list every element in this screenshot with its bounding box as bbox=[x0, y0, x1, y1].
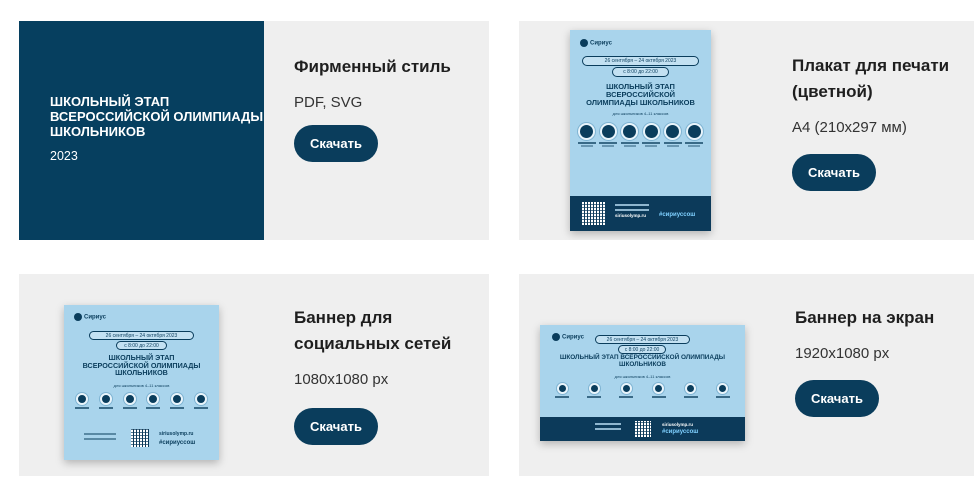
subject-icon bbox=[683, 383, 698, 405]
brand-style-preview: ШКОЛЬНЫЙ ЭТАП ВСЕРОССИЙСКОЙ ОЛИМПИАДЫ ШК… bbox=[19, 21, 264, 240]
card-info: Баннер для социальных сетей 1080х1080 px… bbox=[294, 274, 489, 476]
brand-preview-title: ШКОЛЬНЫЙ ЭТАП ВСЕРОССИЙСКОЙ ОЛИМПИАДЫ ШК… bbox=[50, 94, 264, 139]
poster-audience: для школьников 4–11 классов bbox=[612, 111, 669, 116]
card-format: 1080х1080 px bbox=[294, 371, 389, 388]
download-button[interactable]: Скачать bbox=[294, 408, 378, 445]
poster-dates: 26 сентября – 24 октября 2023 bbox=[89, 331, 194, 340]
subject-icon bbox=[98, 393, 113, 418]
subject-icon bbox=[685, 123, 704, 195]
card-info: Баннер на экран 1920х1080 px Скачать bbox=[795, 274, 974, 476]
poster-hashtag: #сириуссош bbox=[662, 429, 699, 435]
card-format: А4 (210х297 мм) bbox=[792, 119, 907, 136]
subject-icon bbox=[619, 383, 634, 405]
qr-code bbox=[582, 202, 605, 225]
subject-icon bbox=[194, 393, 209, 418]
poster-hashtag: #сириуссош bbox=[659, 212, 696, 218]
poster-audience: для школьников 4–11 классов bbox=[113, 383, 170, 388]
subject-icon bbox=[577, 123, 596, 195]
subject-icon bbox=[715, 383, 730, 405]
poster-footer: siriusolymp.ru #сириуссош bbox=[540, 417, 745, 441]
qr-code bbox=[635, 421, 651, 437]
card-title: Плакат для печати (цветной) bbox=[792, 56, 950, 101]
download-button[interactable]: Скачать bbox=[294, 125, 378, 162]
card-title: Фирменный стиль bbox=[294, 57, 451, 76]
card-format: 1920х1080 px bbox=[795, 345, 890, 362]
subject-icon bbox=[599, 123, 618, 195]
qr-code bbox=[131, 429, 149, 447]
subject-icon bbox=[122, 393, 137, 418]
poster-preview: Сириус 26 сентября – 24 октября 2023 с 8… bbox=[570, 30, 711, 231]
poster-audience: для школьников 4–11 классов bbox=[614, 374, 671, 379]
card-title: Баннер для социальных сетей bbox=[294, 308, 452, 353]
card-info: Плакат для печати (цветной) А4 (210х297 … bbox=[792, 21, 974, 240]
poster-logo: Сириус bbox=[552, 333, 584, 341]
poster-logo: Сириус bbox=[580, 39, 612, 47]
poster-time: с 8:00 до 22:00 bbox=[618, 345, 666, 354]
brand-preview-year: 2023 bbox=[50, 149, 78, 163]
poster-site: siriusolymp.ru bbox=[159, 431, 194, 437]
social-banner-preview: Сириус 26 сентября – 24 октября 2023 с 8… bbox=[64, 305, 219, 460]
poster-icon-grid bbox=[70, 393, 213, 418]
card-brand-style: ШКОЛЬНЫЙ ЭТАП ВСЕРОССИЙСКОЙ ОЛИМПИАДЫ ШК… bbox=[19, 21, 489, 240]
card-screen-banner: Сириус 26 сентября – 24 октября 2023 с 8… bbox=[519, 274, 974, 476]
subject-icon bbox=[170, 393, 185, 418]
card-info: Фирменный стиль PDF, SVG Скачать bbox=[294, 21, 489, 240]
card-poster: Сириус 26 сентября – 24 октября 2023 с 8… bbox=[519, 21, 974, 240]
card-format: PDF, SVG bbox=[294, 94, 363, 111]
poster-icon-grid bbox=[576, 123, 705, 195]
poster-footer: siriusolymp.ru #сириуссош bbox=[570, 196, 711, 231]
download-button[interactable]: Скачать bbox=[795, 380, 879, 417]
poster-time: с 8:00 до 22:00 bbox=[612, 67, 669, 77]
subject-icon bbox=[146, 393, 161, 418]
subject-icon bbox=[663, 123, 682, 195]
poster-site: siriusolymp.ru bbox=[662, 422, 694, 427]
poster-headline: ШКОЛЬНЫЙ ЭТАП ВСЕРОССИЙСКОЙ ОЛИМПИАДЫ ШК… bbox=[559, 354, 726, 368]
download-button[interactable]: Скачать bbox=[792, 154, 876, 191]
card-social-banner: Сириус 26 сентября – 24 октября 2023 с 8… bbox=[19, 274, 489, 476]
subject-icon bbox=[587, 383, 602, 405]
subject-icon bbox=[642, 123, 661, 195]
poster-logo: Сириус bbox=[74, 313, 106, 321]
subject-icon bbox=[651, 383, 666, 405]
poster-icon-grid bbox=[546, 383, 739, 405]
poster-dates: 26 сентября – 24 октября 2023 bbox=[582, 56, 699, 66]
poster-hashtag: #сириуссош bbox=[159, 440, 196, 446]
poster-headline: ШКОЛЬНЫЙ ЭТАП ВСЕРОССИЙСКОЙ ОЛИМПИАДЫ ШК… bbox=[82, 353, 201, 378]
card-title: Баннер на экран bbox=[795, 308, 935, 327]
poster-time: с 8:00 до 22:00 bbox=[116, 341, 167, 350]
subject-icon bbox=[74, 393, 89, 418]
poster-headline: ШКОЛЬНЫЙ ЭТАП ВСЕРОССИЙСКОЙ ОЛИМПИАДЫ ШК… bbox=[586, 82, 695, 107]
poster-site: siriusolymp.ru bbox=[615, 213, 647, 218]
subject-icon bbox=[620, 123, 639, 195]
poster-dates: 26 сентября – 24 октября 2023 bbox=[595, 335, 690, 344]
subject-icon bbox=[555, 383, 570, 405]
screen-banner-preview: Сириус 26 сентября – 24 октября 2023 с 8… bbox=[540, 325, 745, 441]
